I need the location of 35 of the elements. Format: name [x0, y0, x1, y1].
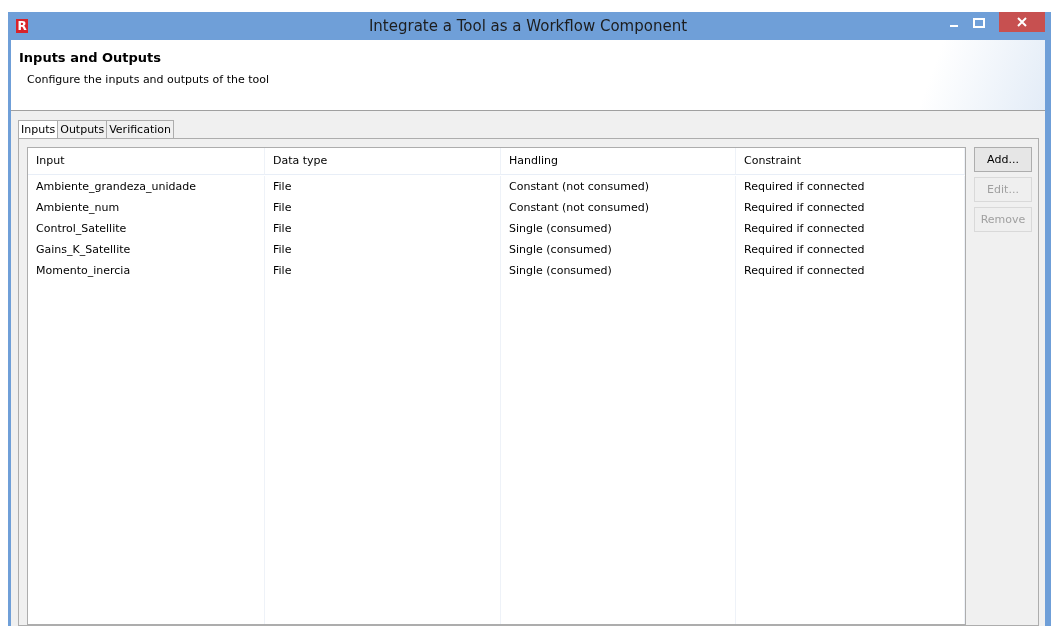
column-header[interactable]: Handling	[501, 148, 736, 175]
tab[interactable]: Verification	[106, 120, 174, 138]
table-cell: Required if connected	[736, 176, 965, 197]
close-button[interactable]	[999, 12, 1045, 32]
table-cell: File	[265, 197, 501, 218]
table-cell: File	[265, 176, 501, 197]
page-title: Inputs and Outputs	[19, 50, 163, 65]
table-cell: Required if connected	[736, 218, 965, 239]
table-cell: Gains_K_Satellite	[28, 239, 265, 260]
tab[interactable]: Outputs	[57, 120, 108, 138]
table-cell: Control_Satellite	[28, 218, 265, 239]
table-cell: Single (consumed)	[501, 260, 736, 281]
table-cell: Required if connected	[736, 239, 965, 260]
table-cell: Constant (not consumed)	[501, 197, 736, 218]
table-cell: File	[265, 218, 501, 239]
window-title: Integrate a Tool as a Workflow Component	[368, 17, 688, 35]
table-cell: Momento_inercia	[28, 260, 265, 281]
column-header[interactable]: Constraint	[736, 148, 965, 175]
column-header[interactable]: Data type	[265, 148, 501, 175]
close-icon[interactable]	[1017, 17, 1027, 27]
table-cell: Required if connected	[736, 260, 965, 281]
table-cell: Required if connected	[736, 197, 965, 218]
table-cell: File	[265, 239, 501, 260]
table-cell: Constant (not consumed)	[501, 176, 736, 197]
table-cell: Single (consumed)	[501, 239, 736, 260]
table-cell: Ambiente_num	[28, 197, 265, 218]
table-cell: File	[265, 260, 501, 281]
column-header[interactable]: Input	[28, 148, 265, 175]
app-logo-icon: R	[16, 19, 28, 33]
maximize-icon[interactable]	[973, 18, 985, 28]
action-button[interactable]: Add...	[974, 147, 1032, 172]
tab[interactable]: Inputs	[18, 120, 59, 138]
page-description: Configure the inputs and outputs of the tool	[27, 73, 271, 86]
table-cell: Ambiente_grandeza_unidade	[28, 176, 265, 197]
table-cell: Single (consumed)	[501, 218, 736, 239]
